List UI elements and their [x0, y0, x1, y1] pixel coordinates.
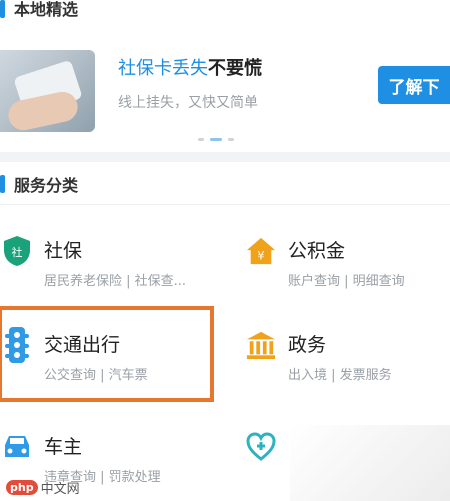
house-icon: ¥ [246, 234, 276, 268]
section-accent-bar [0, 175, 5, 193]
carousel-dot[interactable] [198, 138, 204, 141]
highlight-box [0, 306, 214, 402]
section-accent-bar [0, 0, 5, 18]
banner-card[interactable]: 社保卡丢失不要慌 线上挂失，又快又简单 了解下 [0, 34, 450, 138]
government-building-icon [246, 328, 276, 362]
services-title: 服务分类 [14, 176, 79, 195]
svg-text:¥: ¥ [257, 249, 264, 262]
service-item-social-security[interactable]: 社 社保 居民养老保险 | 社保查... [2, 222, 217, 304]
image-artifact [290, 425, 450, 501]
service-desc: 账户查询 | 明细查询 [288, 274, 405, 289]
service-name: 社保 [44, 240, 83, 262]
carousel-dot[interactable] [228, 138, 234, 141]
service-desc: 居民养老保险 | 社保查... [44, 274, 187, 289]
car-icon [2, 430, 32, 464]
shield-icon: 社 [2, 234, 32, 268]
service-desc: 出入境 | 发票服务 [288, 368, 392, 383]
section-divider [0, 152, 450, 162]
banner-subtitle: 线上挂失，又快又简单 [118, 95, 258, 111]
svg-text:社: 社 [12, 245, 23, 259]
banner-headline-rest: 不要慌 [208, 58, 262, 79]
local-picks-header: 本地精选 [0, 0, 450, 24]
banner-headline-accent: 社保卡丢失 [118, 58, 208, 79]
watermark: php 中文网 [6, 478, 80, 497]
heart-shield-icon [246, 430, 276, 464]
watermark-text: 中文网 [40, 482, 80, 497]
local-picks-title: 本地精选 [14, 0, 79, 19]
learn-more-button[interactable]: 了解下 [378, 66, 450, 104]
service-name: 车主 [44, 436, 83, 458]
service-item-housing-fund[interactable]: ¥ 公积金 账户查询 | 明细查询 [246, 222, 450, 304]
banner-headline: 社保卡丢失不要慌 [118, 54, 262, 80]
divider-line [0, 204, 450, 205]
service-name: 政务 [288, 334, 327, 356]
carousel-dots[interactable] [198, 138, 234, 141]
carousel-dot-active[interactable] [210, 138, 222, 141]
php-logo: php [6, 480, 38, 495]
services-header: 服务分类 [0, 172, 450, 196]
service-name: 公积金 [288, 240, 346, 262]
banner-image [0, 50, 95, 132]
service-item-government[interactable]: 政务 出入境 | 发票服务 [246, 316, 450, 398]
